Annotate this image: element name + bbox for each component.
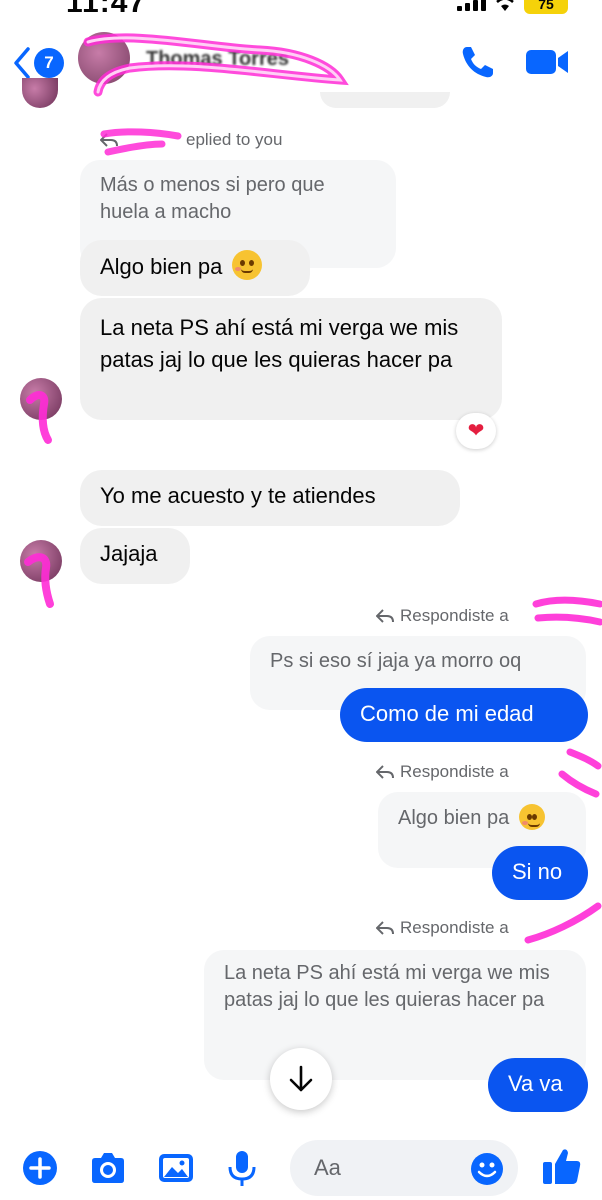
incoming-message[interactable]: La neta PS ahí está mi verga we mis pata… <box>80 298 502 420</box>
quoted-message-text: Algo bien pa <box>398 807 510 829</box>
reply-indicator-label: eplied to you <box>186 130 283 149</box>
woozy-face-emoji-icon <box>518 804 545 830</box>
sender-avatar[interactable] <box>20 378 62 420</box>
privacy-scribble <box>532 596 602 626</box>
microphone-icon[interactable] <box>222 1148 262 1188</box>
incoming-message[interactable]: Algo bien pa <box>80 240 310 296</box>
reply-indicator: Respondiste a <box>376 762 509 782</box>
phone-icon[interactable] <box>458 42 498 82</box>
outgoing-message[interactable]: Si no <box>492 846 588 900</box>
video-camera-icon[interactable] <box>524 44 570 80</box>
reply-arrow-icon <box>376 921 394 935</box>
reply-indicator: Respondiste a <box>376 606 509 626</box>
unread-count-badge: 7 <box>34 48 64 78</box>
sender-avatar[interactable] <box>20 540 62 582</box>
arrow-down-icon <box>289 1065 313 1092</box>
reply-indicator: eplied to you <box>100 130 282 150</box>
conversation-header: 7 Thomas Torres <box>0 20 602 106</box>
status-icons: 75 <box>457 0 568 14</box>
woozy-face-emoji-icon <box>232 250 263 280</box>
camera-icon[interactable] <box>88 1148 128 1188</box>
back-chevron-icon <box>14 47 30 79</box>
incoming-message[interactable]: Jajaja <box>80 528 190 584</box>
plus-icon[interactable] <box>20 1148 60 1188</box>
reply-arrow-icon <box>376 765 394 779</box>
reply-indicator: Respondiste a <box>376 918 509 938</box>
reply-arrow-icon <box>100 133 118 147</box>
emoji-icon[interactable] <box>470 1152 504 1186</box>
image-icon[interactable] <box>156 1148 196 1188</box>
reply-indicator-label: Respondiste a <box>400 762 509 781</box>
reply-indicator-label: Respondiste a <box>400 918 509 937</box>
back-button[interactable]: 7 <box>12 46 64 80</box>
battery-indicator: 75 <box>524 0 568 14</box>
contact-name[interactable]: Thomas Torres <box>146 48 289 71</box>
previous-message-bubble[interactable] <box>320 92 450 108</box>
signal-icon <box>457 0 486 11</box>
status-bar: 11:47 75 <box>0 0 602 20</box>
outgoing-message[interactable]: Va va <box>488 1058 588 1112</box>
privacy-scribble <box>524 902 602 944</box>
outgoing-message[interactable]: Como de mi edad <box>340 688 588 742</box>
scroll-to-bottom-button[interactable] <box>270 1048 332 1110</box>
wifi-icon <box>496 0 514 11</box>
status-time: 11:47 <box>66 0 147 19</box>
reply-indicator-label: Respondiste a <box>400 606 509 625</box>
message-composer <box>0 1130 602 1200</box>
reply-arrow-icon <box>376 609 394 623</box>
message-text: Algo bien pa <box>100 254 223 279</box>
thumbs-up-icon[interactable] <box>540 1144 584 1188</box>
incoming-message[interactable]: Yo me acuesto y te atiendes <box>80 470 460 526</box>
heart-icon[interactable]: ❤ <box>456 413 496 449</box>
contact-avatar[interactable] <box>78 32 130 84</box>
